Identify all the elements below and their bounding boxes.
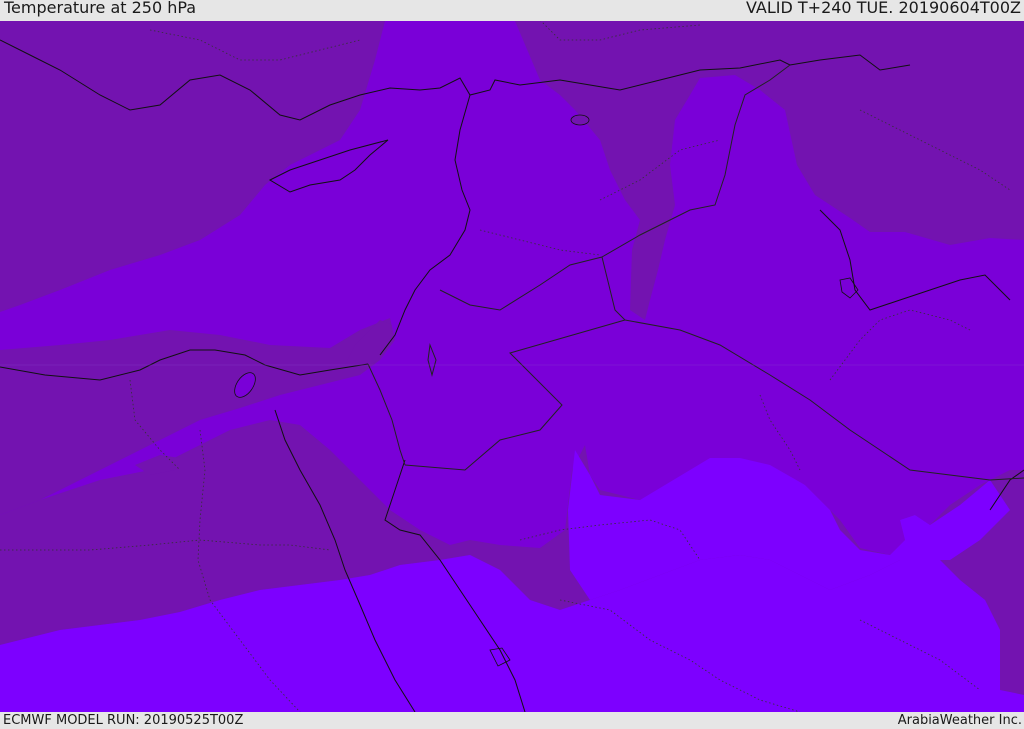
- lake-urmia: [570, 114, 590, 126]
- weather-map-frame: Temperature at 250 hPa VALID T+240 TUE. …: [0, 0, 1024, 729]
- valid-time: VALID T+240 TUE. 20190604T00Z: [745, 0, 1021, 17]
- credit-text: ArabiaWeather Inc.: [897, 713, 1022, 728]
- temperature-map: [0, 21, 1024, 712]
- model-run: ECMWF MODEL RUN: 20190525T00Z: [3, 713, 244, 728]
- header-bar: Temperature at 250 hPa VALID T+240 TUE. …: [0, 0, 1024, 21]
- map-title: Temperature at 250 hPa: [4, 0, 197, 17]
- footer-bar: ECMWF MODEL RUN: 20190525T00Z ArabiaWeat…: [0, 712, 1024, 729]
